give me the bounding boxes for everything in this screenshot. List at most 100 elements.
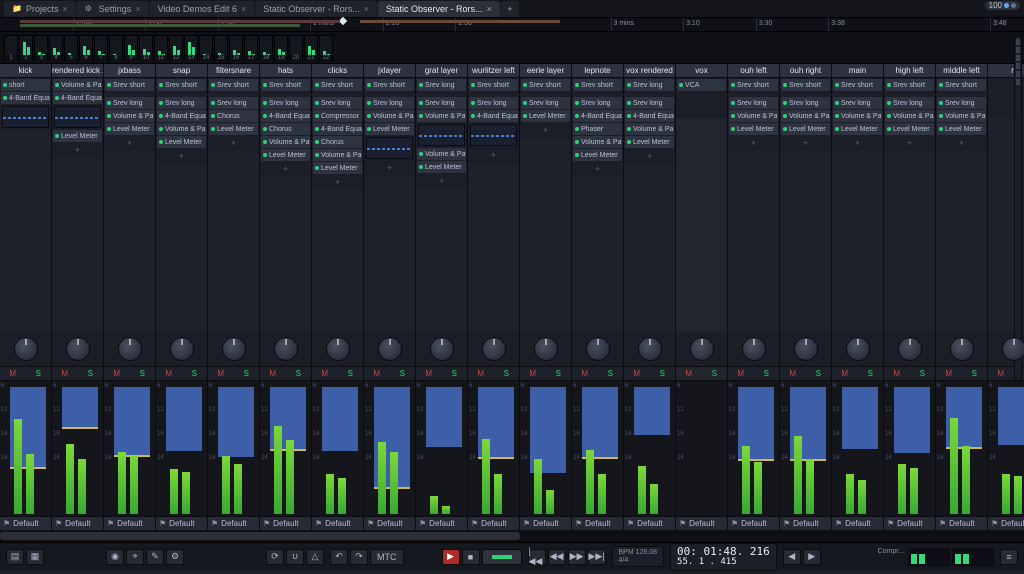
level-meter[interactable]: 6121824	[208, 380, 259, 516]
power-icon[interactable]	[159, 83, 163, 87]
preset-selector[interactable]: ⚑Default	[884, 516, 935, 530]
preset-selector[interactable]: ⚑Default	[520, 516, 571, 530]
output-insert-label[interactable]: Compr...	[878, 548, 904, 566]
pan-knob[interactable]	[676, 332, 727, 366]
level-meter[interactable]: 6121824	[728, 380, 779, 516]
power-icon[interactable]	[783, 101, 787, 105]
send-slot[interactable]: Srev long	[469, 97, 518, 109]
track-name[interactable]: main	[832, 64, 883, 78]
insert-slot[interactable]: Level Meter	[729, 123, 778, 135]
insert-slot[interactable]: 4-Band Equalise	[1, 92, 50, 104]
insert-slot[interactable]: Level Meter	[521, 110, 570, 122]
insert-slot[interactable]: 4-Band Equalise	[469, 110, 518, 122]
snap-button[interactable]: ⌖	[126, 549, 144, 565]
power-icon[interactable]	[211, 114, 215, 118]
mute-button[interactable]: M	[520, 367, 546, 380]
master-meter[interactable]: 13	[184, 35, 198, 61]
pan-knob[interactable]	[728, 332, 779, 366]
level-meter[interactable]: 6121824	[0, 380, 51, 516]
tab[interactable]: Static Observer - Rors...×	[378, 1, 500, 17]
solo-button[interactable]: S	[910, 367, 936, 380]
insert-slot[interactable]: Srev short	[573, 79, 622, 91]
power-icon[interactable]	[523, 83, 527, 87]
preset-selector[interactable]: ⚑Default	[364, 516, 415, 530]
mute-button[interactable]: M	[624, 367, 650, 380]
insert-slot[interactable]: Srev short	[313, 79, 362, 91]
power-icon[interactable]	[419, 101, 423, 105]
power-icon[interactable]	[939, 83, 943, 87]
undo-button[interactable]: ↶	[330, 549, 348, 565]
insert-slot[interactable]: Srev short	[469, 79, 518, 91]
solo-button[interactable]: S	[598, 367, 624, 380]
insert-slot[interactable]: Level Meter	[209, 123, 258, 135]
eq-curve[interactable]	[470, 124, 517, 146]
preset-selector[interactable]: ⚑Default	[416, 516, 467, 530]
add-insert-button[interactable]: +	[833, 136, 882, 150]
insert-slot[interactable]: Volume & Pan Plugin	[261, 136, 310, 148]
master-meter[interactable]: 10	[139, 35, 153, 61]
playhead-marker-icon[interactable]	[339, 17, 347, 25]
power-icon[interactable]	[315, 83, 319, 87]
add-insert-button[interactable]: +	[365, 161, 414, 175]
add-insert-button[interactable]: +	[521, 123, 570, 137]
power-icon[interactable]	[263, 140, 267, 144]
insert-slot[interactable]: short	[1, 79, 50, 91]
horizontal-scrollbar[interactable]	[0, 530, 1024, 542]
pan-knob[interactable]	[832, 332, 883, 366]
send-slot[interactable]: Srev long	[781, 97, 830, 109]
track-name[interactable]: filtersnare	[208, 64, 259, 78]
preset-selector[interactable]: ⚑Default	[312, 516, 363, 530]
power-icon[interactable]	[367, 83, 371, 87]
power-icon[interactable]	[315, 101, 319, 105]
insert-slot[interactable]: Chorus	[261, 123, 310, 135]
power-icon[interactable]	[263, 114, 267, 118]
close-icon[interactable]: ×	[364, 4, 369, 14]
mute-button[interactable]: M	[884, 367, 910, 380]
preset-selector[interactable]: ⚑Default	[52, 516, 103, 530]
insert-slot[interactable]: Srev short	[157, 79, 206, 91]
power-icon[interactable]	[263, 83, 267, 87]
power-icon[interactable]	[159, 127, 163, 131]
track-name[interactable]: hats	[260, 64, 311, 78]
solo-button[interactable]: S	[286, 367, 312, 380]
insert-slot[interactable]: Srev short	[833, 79, 882, 91]
add-insert-button[interactable]: +	[573, 162, 622, 176]
power-icon[interactable]	[627, 127, 631, 131]
level-meter[interactable]: 6121824	[520, 380, 571, 516]
mute-button[interactable]: M	[156, 367, 182, 380]
master-meter[interactable]: 3	[34, 35, 48, 61]
insert-slot[interactable]: Level Meter	[833, 123, 882, 135]
insert-slot[interactable]: Srev short	[937, 79, 986, 91]
send-slot[interactable]: Srev long	[209, 97, 258, 109]
insert-slot[interactable]: Chorus	[209, 110, 258, 122]
power-icon[interactable]	[731, 114, 735, 118]
track-name[interactable]: jxbass	[104, 64, 155, 78]
solo-button[interactable]: S	[806, 367, 832, 380]
power-icon[interactable]	[731, 127, 735, 131]
insert-slot[interactable]: 4-Band Equalise	[53, 92, 102, 104]
solo-button[interactable]: S	[650, 367, 676, 380]
send-slot[interactable]: Srev long	[365, 97, 414, 109]
power-icon[interactable]	[887, 101, 891, 105]
master-meter[interactable]: 12	[169, 35, 183, 61]
insert-slot[interactable]: Level Meter	[417, 161, 466, 173]
solo-button[interactable]: S	[182, 367, 208, 380]
nudge-right-button[interactable]: ▶	[803, 549, 821, 565]
pan-knob[interactable]	[624, 332, 675, 366]
master-meter[interactable]: 14	[199, 35, 213, 61]
master-meter[interactable]: 19	[274, 35, 288, 61]
level-meter[interactable]: 6121824	[468, 380, 519, 516]
insert-slot[interactable]: Volume & Pan Plugin	[781, 110, 830, 122]
insert-slot[interactable]: Level Meter	[157, 136, 206, 148]
pan-knob[interactable]	[312, 332, 363, 366]
power-icon[interactable]	[835, 101, 839, 105]
insert-slot[interactable]: Srev short	[365, 79, 414, 91]
level-meter[interactable]: 6121824	[988, 380, 1024, 516]
insert-slot[interactable]: Srev short	[729, 79, 778, 91]
mute-button[interactable]: M	[208, 367, 234, 380]
level-meter[interactable]: 6121824	[104, 380, 155, 516]
power-icon[interactable]	[211, 127, 215, 131]
settings-button[interactable]: ⚙	[166, 549, 184, 565]
pan-knob[interactable]	[416, 332, 467, 366]
power-icon[interactable]	[887, 83, 891, 87]
